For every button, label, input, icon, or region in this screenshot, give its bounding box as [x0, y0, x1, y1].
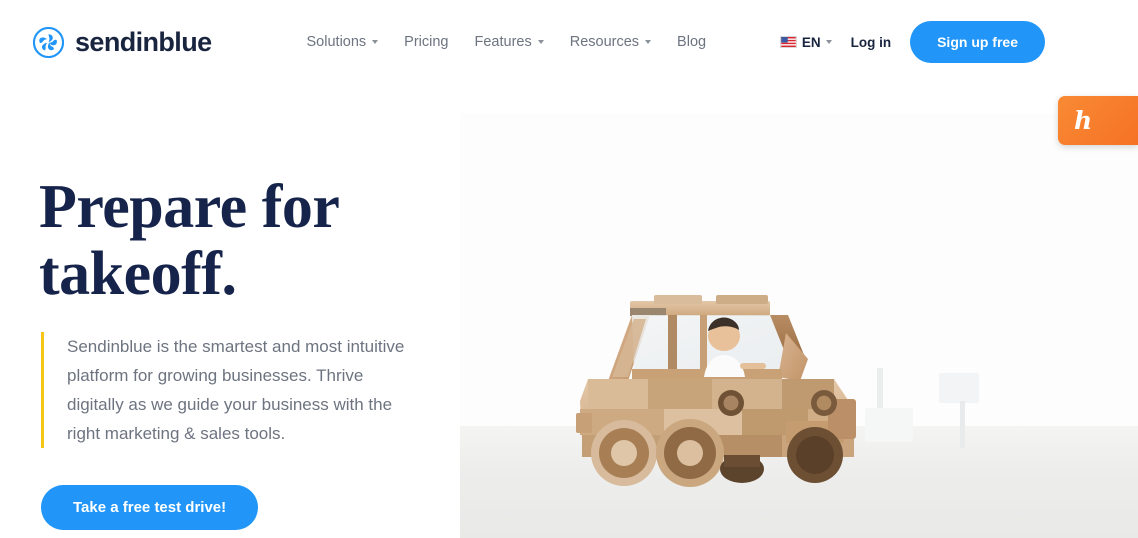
nav-item-label: Pricing: [404, 34, 449, 50]
chevron-down-icon: [372, 40, 379, 44]
chevron-down-icon: [825, 40, 832, 44]
nav-item-solutions[interactable]: Solutions: [307, 34, 379, 50]
nav-item-label: Resources: [569, 34, 640, 50]
us-flag-icon: [779, 36, 797, 48]
test-drive-cta-button[interactable]: Take a free test drive!: [41, 485, 259, 530]
hero-description: Sendinblue is the smartest and most intu…: [67, 337, 405, 443]
nav-item-label: Solutions: [306, 34, 367, 50]
language-selector[interactable]: EN: [779, 34, 832, 50]
honey-extension-icon: h: [1074, 106, 1093, 135]
brand-name: sendinblue: [75, 26, 212, 57]
accent-bar: [41, 332, 44, 448]
page-title: Prepare for takeoff.: [39, 173, 339, 308]
background-sign-far: [939, 373, 979, 403]
sendinblue-pinwheel-icon: [33, 26, 64, 58]
chevron-down-icon: [645, 40, 652, 44]
nav-item-blog[interactable]: Blog: [677, 34, 706, 50]
signup-button[interactable]: Sign up free: [910, 21, 1045, 63]
nav-item-resources[interactable]: Resources: [569, 34, 652, 50]
chevron-down-icon: [537, 40, 544, 44]
hero-image-panel: [460, 113, 1138, 538]
language-code: EN: [801, 34, 821, 50]
site-header: sendinblue Solutions Pricing Features Re…: [0, 0, 1138, 84]
hero-lede-block: Sendinblue is the smartest and most intu…: [41, 332, 412, 448]
nav-item-label: Features: [474, 34, 532, 50]
brand-logo-link[interactable]: sendinblue: [33, 26, 212, 58]
nav-item-pricing[interactable]: Pricing: [404, 34, 448, 50]
nav-item-label: Blog: [677, 34, 707, 50]
main-navigation: Solutions Pricing Features Resources Blo…: [307, 34, 707, 50]
login-link[interactable]: Log in: [851, 35, 892, 50]
nav-item-features[interactable]: Features: [475, 34, 544, 50]
wooden-toy-car-image: [576, 295, 856, 487]
honey-extension-button[interactable]: h: [1058, 96, 1138, 145]
background-signpost-pole: [960, 401, 965, 448]
header-actions: EN Log in Sign up free: [779, 21, 1045, 63]
